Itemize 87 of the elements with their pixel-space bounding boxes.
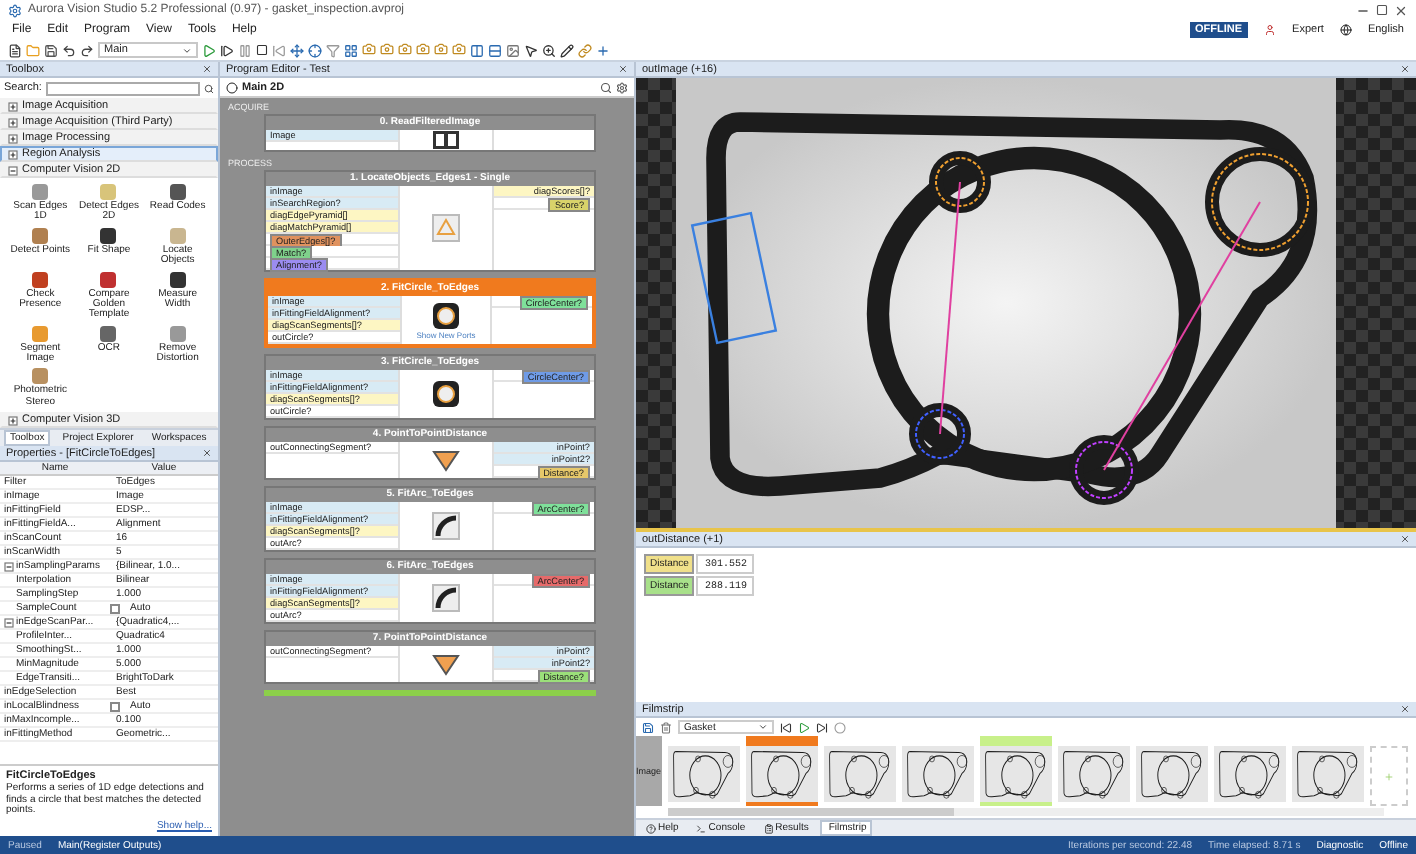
user-icon (1264, 24, 1277, 36)
globe-icon (1339, 24, 1352, 36)
tool-icon (98, 182, 119, 202)
tool-icon (30, 269, 51, 289)
layout-icon[interactable] (344, 43, 358, 57)
search-icon[interactable] (600, 81, 612, 93)
expand-icon[interactable] (8, 415, 18, 425)
camera-icon[interactable] (380, 41, 394, 55)
pencil-icon[interactable] (560, 43, 574, 57)
arc-icon (432, 584, 460, 612)
filter-icon[interactable] (326, 43, 340, 57)
camera-icon[interactable] (434, 41, 448, 55)
rows-icon[interactable] (488, 43, 502, 57)
maximize-icon[interactable] (1376, 4, 1388, 16)
delete-icon[interactable] (660, 721, 672, 733)
help-icon (646, 823, 656, 833)
dropdown-caret-icon (182, 45, 192, 55)
add-icon (1383, 771, 1394, 781)
expand-icon[interactable] (8, 101, 18, 111)
columns-icon[interactable] (470, 43, 484, 57)
step-icon[interactable] (220, 43, 234, 57)
frame-cell[interactable] (979, 736, 1052, 806)
clipboard-icon (763, 823, 774, 833)
gasket-drawing (1140, 751, 1201, 799)
app-logo-icon (8, 3, 22, 17)
tool-icon (167, 182, 188, 202)
camera-icon[interactable] (452, 41, 466, 55)
document-icon[interactable] (8, 43, 22, 57)
tool-icon (98, 269, 119, 289)
gasket-drawing (1296, 751, 1357, 799)
collapse-icon[interactable] (4, 617, 14, 627)
gasket-drawing (906, 751, 967, 799)
undo-icon[interactable] (62, 43, 76, 57)
gasket-drawing (1218, 751, 1279, 799)
zoom-icon[interactable] (542, 43, 556, 57)
stop-icon[interactable] (256, 44, 268, 56)
tool-icon (167, 323, 188, 343)
image-icon[interactable] (506, 43, 520, 57)
arc-icon (432, 512, 460, 540)
checkbox[interactable] (110, 603, 120, 613)
triangle-icon (432, 652, 460, 676)
camera-icon[interactable] (416, 41, 430, 55)
next-frame-icon[interactable] (816, 721, 828, 733)
tool-icon (30, 225, 51, 246)
circle-icon (432, 301, 460, 329)
tool-icon (167, 269, 188, 289)
add-icon[interactable] (596, 43, 610, 57)
collapse-icon[interactable] (8, 165, 18, 175)
console-icon (696, 823, 707, 833)
settings-icon[interactable] (616, 81, 628, 93)
frame-cell[interactable] (745, 736, 818, 806)
search-field[interactable] (45, 81, 200, 95)
circle-icon (432, 380, 460, 408)
close-icon[interactable] (1394, 3, 1408, 17)
expand-icon[interactable] (8, 133, 18, 143)
tool-icon (98, 225, 119, 246)
camera-icon[interactable] (362, 41, 376, 55)
pointer-icon[interactable] (524, 43, 538, 57)
book-icon (432, 130, 460, 150)
tool-icon (30, 182, 51, 202)
dropdown-caret-icon (758, 722, 768, 732)
crosshair-icon[interactable] (308, 43, 322, 57)
gasket-drawing (984, 751, 1045, 799)
save-icon[interactable] (642, 721, 654, 733)
expand-icon[interactable] (8, 117, 18, 127)
redo-icon[interactable] (80, 43, 94, 57)
tool-icon (30, 366, 51, 387)
loop-icon[interactable] (834, 721, 846, 733)
shape-icon (432, 214, 460, 242)
expand-icon[interactable] (8, 149, 18, 159)
gasket-drawing (672, 751, 733, 799)
search-icon[interactable] (204, 83, 214, 93)
play-icon[interactable] (798, 721, 810, 733)
tool-icon (167, 225, 188, 246)
save-icon[interactable] (44, 43, 58, 57)
triangle-icon (432, 448, 460, 472)
gasket-drawing (828, 751, 889, 799)
tool-icon (30, 323, 51, 343)
gasket-drawing (1062, 751, 1123, 799)
tool-icon (98, 323, 119, 343)
collapse-icon[interactable] (4, 561, 14, 571)
program-icon (226, 81, 238, 93)
move-icon[interactable] (290, 43, 304, 57)
camera-icon[interactable] (398, 41, 412, 55)
checkbox[interactable] (110, 701, 120, 711)
gasket-drawing (750, 751, 811, 799)
first-frame-icon[interactable] (780, 721, 792, 733)
